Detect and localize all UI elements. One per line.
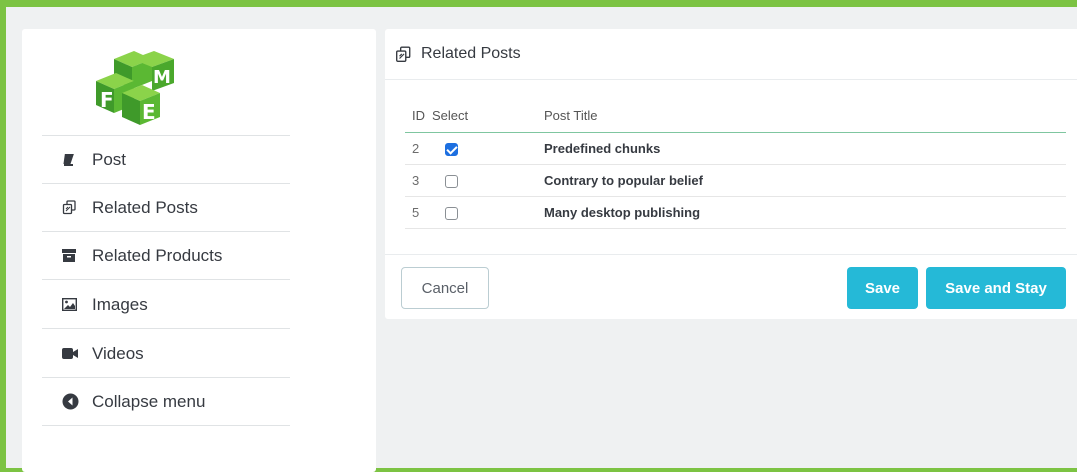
table-header-row: ID Select Post Title	[405, 102, 1066, 133]
sidebar-item-related-posts[interactable]: Related Posts	[42, 184, 290, 232]
sidebar-item-label: Related Posts	[92, 197, 198, 217]
row-id: 3	[405, 164, 432, 197]
panel-title: Related Posts	[421, 45, 521, 62]
archive-icon	[42, 249, 90, 262]
related-posts-panel: Related Posts ID Select Post Title 2 Pre…	[385, 29, 1077, 319]
image-icon	[42, 298, 90, 311]
clone-icon	[42, 200, 90, 215]
table-row: 3 Contrary to popular belief	[405, 164, 1066, 197]
book-icon	[42, 153, 90, 167]
clone-icon	[395, 45, 421, 63]
table-row: 2 Predefined chunks	[405, 132, 1066, 165]
sidebar-item-collapse-menu[interactable]: Collapse menu	[42, 378, 290, 426]
svg-text:F: F	[100, 88, 114, 112]
sidebar-item-videos[interactable]: Videos	[42, 330, 290, 378]
circle-chevron-left-icon	[42, 393, 90, 410]
sidebar-item-label: Images	[92, 294, 148, 314]
column-header-post-title: Post Title	[544, 102, 1066, 133]
panel-footer: Cancel Save Save and Stay	[385, 254, 1077, 319]
select-checkbox[interactable]	[445, 142, 458, 156]
sidebar-item-label: Collapse menu	[92, 391, 206, 411]
related-posts-table: ID Select Post Title 2 Predefined chunks…	[405, 102, 1066, 229]
table-row: 5 Many desktop publishing	[405, 196, 1066, 229]
select-checkbox[interactable]	[445, 174, 458, 188]
row-post-title: Predefined chunks	[544, 132, 1066, 165]
video-camera-icon	[42, 348, 90, 359]
sidebar: F M E Post Related Posts Related Product…	[22, 29, 376, 472]
row-post-title: Many desktop publishing	[544, 196, 1066, 229]
fme-logo: F M E	[96, 51, 174, 125]
app-frame: F M E Post Related Posts Related Product…	[0, 0, 1077, 472]
sidebar-item-label: Videos	[92, 343, 144, 363]
svg-text:M: M	[153, 67, 171, 88]
sidebar-item-label: Post	[92, 149, 127, 169]
sidebar-item-related-products[interactable]: Related Products	[42, 232, 290, 280]
column-header-select: Select	[432, 102, 544, 133]
row-id: 5	[405, 196, 432, 229]
save-and-stay-button[interactable]: Save and Stay	[926, 267, 1066, 309]
select-checkbox[interactable]	[445, 206, 458, 220]
svg-text:E: E	[142, 100, 156, 124]
cancel-button[interactable]: Cancel	[401, 267, 489, 309]
column-header-id: ID	[405, 102, 432, 133]
save-button[interactable]: Save	[847, 267, 918, 309]
sidebar-item-post[interactable]: Post	[42, 136, 290, 184]
panel-header: Related Posts	[385, 29, 1077, 80]
row-post-title: Contrary to popular belief	[544, 164, 1066, 197]
row-id: 2	[405, 132, 432, 165]
sidebar-item-label: Related Products	[92, 245, 223, 265]
sidebar-item-images[interactable]: Images	[42, 281, 290, 329]
